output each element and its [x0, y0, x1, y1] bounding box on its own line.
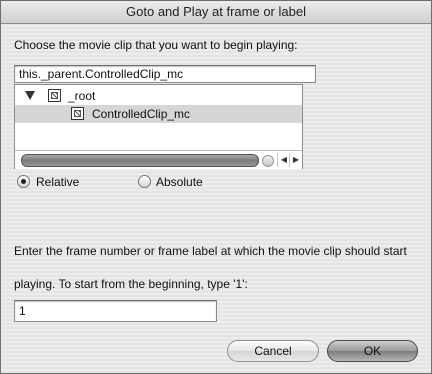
tree-item-root-label: _root: [68, 89, 96, 103]
movie-clip-icon: [71, 107, 84, 120]
goto-play-dialog: Goto and Play at frame or label Choose t…: [0, 0, 432, 374]
horizontal-scroll-thumb[interactable]: [21, 154, 259, 167]
movie-clip-icon: [48, 89, 61, 102]
tree-horizontal-scrollbar[interactable]: ◀ ▶: [15, 150, 302, 169]
scroll-right-arrow-icon[interactable]: ▶: [289, 153, 302, 167]
cancel-button[interactable]: Cancel: [227, 340, 319, 362]
disclosure-triangle-icon[interactable]: [25, 91, 35, 100]
tree-item-controlled-clip-label: ControlledClip_mc: [92, 107, 191, 121]
dialog-title: Goto and Play at frame or label: [1, 1, 431, 24]
relative-radio-label[interactable]: Relative: [36, 175, 79, 189]
absolute-radio-label[interactable]: Absolute: [156, 175, 203, 189]
tree-vertical-scrollbar[interactable]: [303, 85, 317, 150]
tree-row-root[interactable]: _root: [15, 87, 302, 105]
movie-clip-tree[interactable]: _root ControlledClip_mc ◀ ▶: [14, 84, 303, 169]
radio-selected-dot: [21, 179, 26, 184]
choose-clip-label: Choose the movie clip that you want to b…: [14, 38, 298, 52]
target-path-input[interactable]: this._parent.ControlledClip_mc: [14, 65, 316, 83]
absolute-radio[interactable]: [138, 175, 151, 188]
scroll-end-knob: [262, 155, 274, 167]
ok-button[interactable]: OK: [327, 340, 418, 362]
frame-instruction-line-1: Enter the frame number or frame label at…: [14, 244, 407, 258]
frame-number-input[interactable]: 1: [14, 300, 217, 322]
relative-radio[interactable]: [17, 175, 30, 188]
tree-row-controlled-clip[interactable]: ControlledClip_mc: [15, 105, 302, 123]
frame-instruction-line-2: playing. To start from the beginning, ty…: [14, 277, 248, 291]
